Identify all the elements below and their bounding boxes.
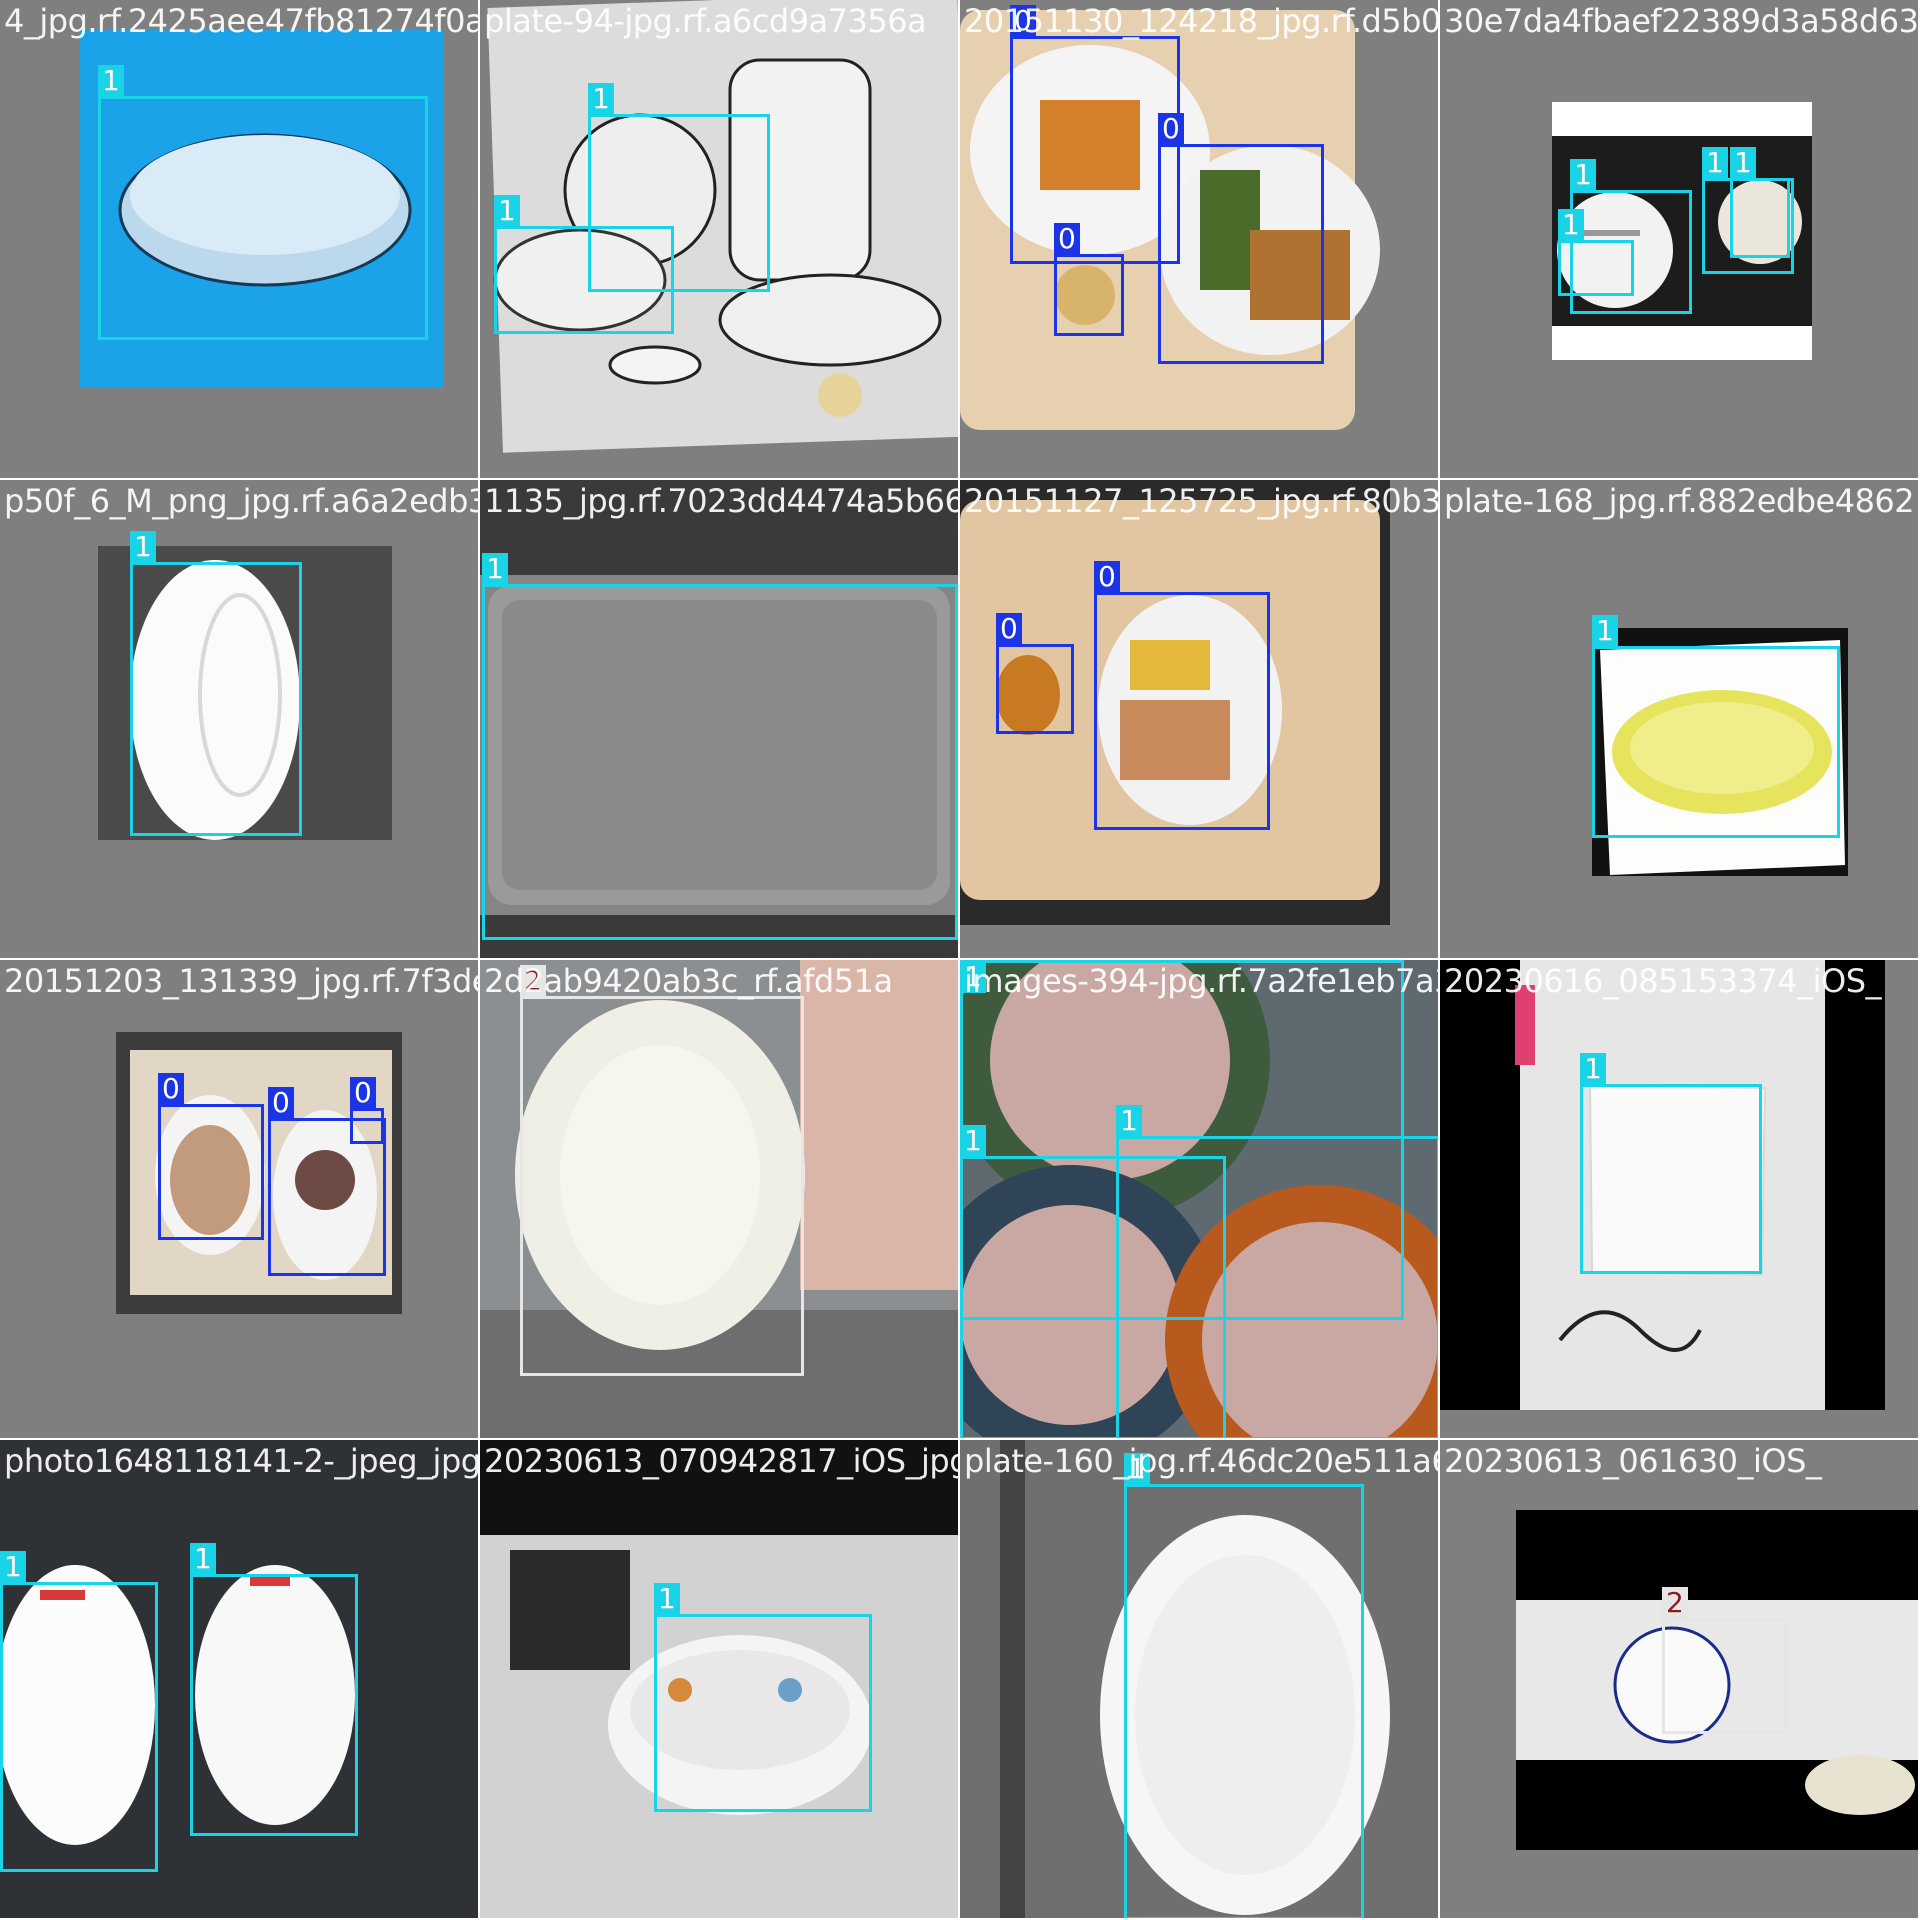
detection-box: 1	[1558, 209, 1634, 296]
class-label: 1	[960, 961, 986, 993]
class-label: 1	[130, 531, 156, 563]
class-label: 1	[0, 1551, 26, 1583]
class-label: 0	[1054, 223, 1080, 255]
detection-box: 1	[130, 531, 302, 836]
tile-6: 20151127_125725_jpg.rf.80b3617468f7b8882…	[960, 480, 1440, 960]
class-label: 0	[158, 1073, 184, 1105]
detection-box: 0	[1054, 223, 1124, 336]
tile-12: photo1648118141-2-_jpeg_jpg.rf.3d8bc6729…	[0, 1440, 480, 1920]
detection-box: 2	[520, 965, 804, 1376]
class-label: 1	[1570, 159, 1596, 191]
class-label: 1	[1702, 147, 1728, 179]
class-label: 1	[98, 65, 124, 97]
tile-1: plate-94-jpg.rf.a6cd9a7356a 1 1	[480, 0, 960, 480]
detection-box: 1	[482, 553, 958, 940]
class-label: 2	[520, 965, 546, 997]
detection-box: 0	[996, 613, 1074, 734]
class-label: 2	[1662, 1587, 1688, 1619]
class-label: 0	[1010, 5, 1036, 37]
detection-box: 1	[98, 65, 428, 340]
class-label: 1	[1580, 1053, 1606, 1085]
class-label: 0	[268, 1087, 294, 1119]
detection-box: 1	[1730, 147, 1790, 258]
tile-7: plate-168_jpg.rf.882edbe4862 1	[1440, 480, 1920, 960]
tile-15: 20230613_061630_iOS_ 2	[1440, 1440, 1920, 1920]
class-label: 1	[588, 83, 614, 115]
class-label: 1	[960, 1125, 986, 1157]
detection-box: 0	[350, 1077, 384, 1144]
detection-box: 0	[1094, 561, 1270, 830]
detection-box: 1	[190, 1543, 358, 1836]
detection-box: 1	[654, 1583, 872, 1812]
class-label: 0	[1158, 113, 1184, 145]
class-label: 1	[654, 1583, 680, 1615]
class-label: 1	[190, 1543, 216, 1575]
detection-box: 1	[0, 1551, 158, 1872]
tile-4: p50f_6_M_png_jpg.rf.a6a2edb35ba807023dd4…	[0, 480, 480, 960]
detection-box: 1	[1116, 1105, 1438, 1438]
class-label: 0	[996, 613, 1022, 645]
detection-box: 1	[1124, 1453, 1364, 1918]
class-label: 0	[350, 1077, 376, 1109]
class-label: 1	[1558, 209, 1584, 241]
detection-box: 0	[1010, 5, 1180, 264]
tile-5: 1135_jpg.rf.7023dd4474a5b66 1	[480, 480, 960, 960]
detection-box: 1	[1592, 615, 1840, 838]
detection-box: 1	[494, 195, 674, 334]
tile-13: 20230613_070942817_iOS_jpg.rf.3c0935cb4 …	[480, 1440, 960, 1920]
class-label: 1	[494, 195, 520, 227]
detection-box: 0	[1158, 113, 1324, 364]
mosaic-grid: 4_jpg.rf.2425aee47fb81274f0ateef4bde23ba…	[0, 0, 1920, 1920]
tile-0: 4_jpg.rf.2425aee47fb81274f0ateef4bde23ba…	[0, 0, 480, 480]
tile-8: 20151203_131339_jpg.rf.7f3de2ab9ea2eab3c…	[0, 960, 480, 1440]
class-label: 1	[1116, 1105, 1142, 1137]
detection-box: 0	[158, 1073, 264, 1240]
class-label: 0	[1094, 561, 1120, 593]
tile-11: 20230616_085153374_iOS_ 1	[1440, 960, 1920, 1440]
detection-box: 2	[1662, 1587, 1788, 1734]
tile-2: 20151130_124218_jpg.rf.d5b0e7da4fbaef223…	[960, 0, 1440, 480]
class-label: 1	[1730, 147, 1756, 179]
detection-box: 1	[1580, 1053, 1762, 1274]
class-label: 1	[482, 553, 508, 585]
tile-9: 2d2ab9420ab3c_rf.afd51a 2	[480, 960, 960, 1440]
class-label: 1	[1124, 1453, 1150, 1485]
tile-3: 30e7da4fbaef22389d3a58d63 1 1 1 1	[1440, 0, 1920, 480]
tile-14: plate-160_jpg.rf.46dc20e511a66173d 1	[960, 1440, 1440, 1920]
class-label: 1	[1592, 615, 1618, 647]
tile-10: images-394-jpg.rf.7a2fe1eb7a3e3 1 1 1	[960, 960, 1440, 1440]
